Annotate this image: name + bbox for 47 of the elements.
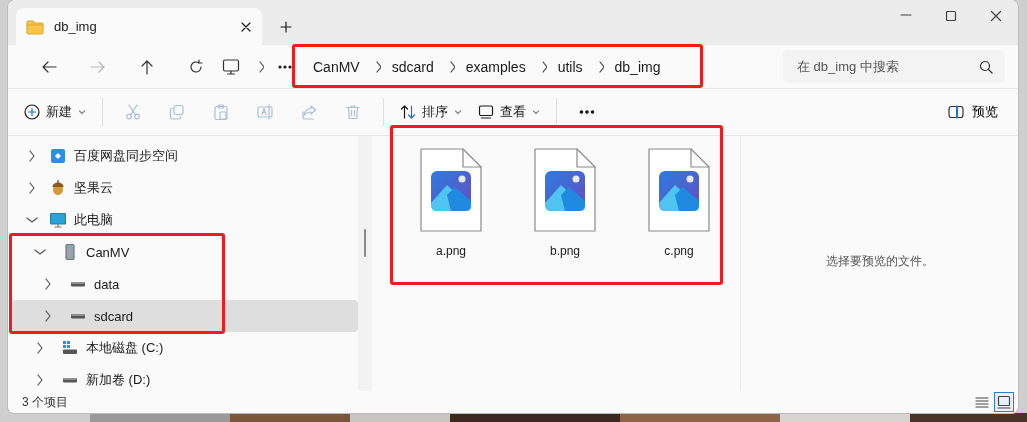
item-count: 3 个项目 bbox=[22, 393, 68, 411]
preview-button[interactable]: 预览 bbox=[942, 96, 1004, 128]
window-tab[interactable]: db_img bbox=[16, 8, 262, 45]
device-icon bbox=[62, 244, 78, 260]
file-item[interactable]: c.png bbox=[634, 148, 724, 258]
tree-item[interactable]: CanMV bbox=[12, 236, 358, 268]
close-icon[interactable] bbox=[989, 10, 1002, 22]
plus-circle-icon bbox=[24, 104, 40, 120]
preview-message: 选择要预览的文件。 bbox=[825, 253, 934, 270]
preview-pane-icon bbox=[948, 105, 964, 119]
monitor-icon bbox=[478, 104, 494, 120]
tiles-view-button[interactable] bbox=[994, 392, 1014, 412]
plus-icon[interactable] bbox=[280, 20, 292, 33]
view-button[interactable]: 查看 bbox=[470, 96, 548, 128]
refresh-icon[interactable] bbox=[187, 58, 204, 75]
breadcrumb-segment[interactable]: db_img bbox=[603, 58, 672, 75]
tree-item[interactable]: 百度网盘同步空间 bbox=[12, 140, 358, 172]
acorn-icon bbox=[50, 180, 66, 196]
monitor-icon[interactable] bbox=[222, 57, 240, 76]
tab-title: db_img bbox=[54, 19, 98, 34]
close-icon[interactable] bbox=[240, 20, 252, 33]
image-file-icon bbox=[533, 148, 597, 232]
file-item[interactable]: a.png bbox=[406, 148, 496, 258]
image-file-icon bbox=[647, 148, 711, 232]
breadcrumb-segment[interactable]: sdcard bbox=[380, 58, 445, 75]
tree-item[interactable]: sdcard bbox=[12, 300, 358, 332]
new-button[interactable]: 新建 bbox=[16, 96, 94, 128]
cloud-folder-icon bbox=[50, 148, 66, 164]
system-drive-icon bbox=[62, 340, 78, 356]
tree-item[interactable]: data bbox=[12, 268, 358, 300]
tree-item[interactable]: 本地磁盘 (C:) bbox=[12, 332, 358, 364]
sort-arrows-icon bbox=[400, 104, 416, 120]
tree-item[interactable]: 新加卷 (D:) bbox=[12, 364, 358, 396]
sort-button[interactable]: 排序 bbox=[392, 96, 470, 128]
tree-item[interactable]: 坚果云 bbox=[12, 172, 358, 204]
breadcrumb-segment[interactable]: utils bbox=[546, 58, 594, 75]
scrollbar[interactable] bbox=[358, 136, 372, 391]
image-file-icon bbox=[419, 148, 483, 232]
breadcrumb-segment[interactable]: examples bbox=[454, 58, 537, 75]
search-icon[interactable] bbox=[979, 60, 993, 74]
search-field[interactable]: 在 db_img 中搜索 bbox=[783, 50, 1005, 83]
tree-item[interactable]: 此电脑 bbox=[12, 204, 358, 236]
monitor-icon bbox=[50, 212, 66, 228]
file-item[interactable]: b.png bbox=[520, 148, 610, 258]
folder-icon bbox=[26, 18, 44, 35]
breadcrumb-segment[interactable]: CanMV bbox=[302, 58, 371, 75]
maximize-icon[interactable] bbox=[944, 10, 957, 22]
